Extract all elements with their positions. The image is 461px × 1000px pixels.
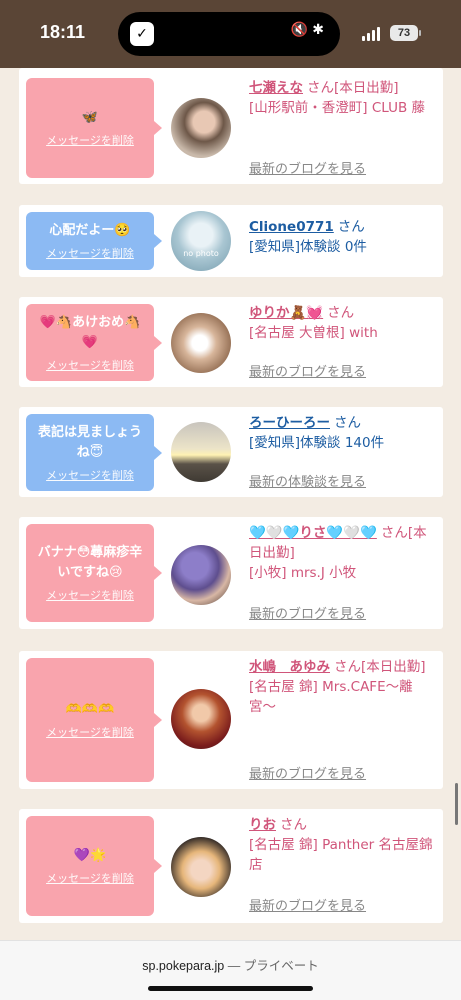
url-text[interactable]: sp.pokepara.jp — プライベート <box>0 955 461 974</box>
avatar[interactable]: no photo <box>171 211 231 271</box>
profile-name-link[interactable]: 七瀬えな <box>249 80 303 96</box>
message-bubble: 表記は見ましょうね😇 メッセージを削除 <box>26 414 162 491</box>
delete-message-link[interactable]: メッセージを削除 <box>46 245 134 261</box>
battery-icon: 73 <box>390 25 418 41</box>
delete-message-link[interactable]: メッセージを削除 <box>46 132 134 148</box>
honorific: さん <box>334 415 361 431</box>
list-item[interactable]: 表記は見ましょうね😇 メッセージを削除 ろーひーろー さん [愛知県]体験談 14… <box>19 407 443 497</box>
delete-message-link[interactable]: メッセージを削除 <box>46 467 134 483</box>
message-text: 💗🐴あけおめ🐴💗 <box>39 314 141 350</box>
avatar[interactable] <box>171 98 231 158</box>
list-item[interactable]: 🫶🫶🫶 メッセージを削除 水嶋 あゆみ さん[本日出勤] [名古屋 錦] Mrs.… <box>19 651 443 789</box>
list-item[interactable]: 💜🌟 メッセージを削除 りお さん [名古屋 錦] Panther 名古屋錦店 最… <box>19 809 443 923</box>
message-text: 🦋 <box>81 110 99 125</box>
profile-info: りお さん [名古屋 錦] Panther 名古屋錦店 <box>249 815 437 875</box>
message-text: 🫶🫶🫶 <box>65 702 115 717</box>
shop-info: [名古屋 錦] Mrs.CAFE〜離宮〜 <box>249 679 413 715</box>
message-text: バナナ😳蕁麻疹辛いですね😢 <box>37 545 143 580</box>
battery-tip <box>419 30 421 36</box>
status-tag: [本日出勤] <box>334 80 399 96</box>
profile-info: ろーひーろー さん [愛知県]体験談 140件 <box>249 413 437 453</box>
message-bubble: 🦋 メッセージを削除 <box>26 78 162 178</box>
status-bar: 18:11 ✓ 🔇✱ 73 <box>0 0 461 68</box>
profile-info: 七瀬えな さん[本日出勤] [山形駅前・香澄町] CLUB 藤 <box>249 78 437 118</box>
status-tag: [本日出勤] <box>361 659 426 675</box>
list-item[interactable]: 💗🐴あけおめ🐴💗 メッセージを削除 ゆりか🧸💓 さん [名古屋 大曽根] with… <box>19 297 443 387</box>
avatar[interactable] <box>171 422 231 482</box>
shop-info: [山形駅前・香澄町] CLUB 藤 <box>249 100 426 116</box>
blog-link[interactable]: 最新のブログを見る <box>249 361 366 380</box>
message-bubble: バナナ😳蕁麻疹辛いですね😢 メッセージを削除 <box>26 524 162 622</box>
message-text: 心配だよー🥺 <box>49 223 131 238</box>
message-text: 表記は見ましょうね😇 <box>37 424 142 460</box>
honorific: さん <box>337 219 365 235</box>
profile-name-link[interactable]: 🩵🤍🩵りさ🩵🤍🩵 <box>249 525 377 541</box>
message-bubble: 💜🌟 メッセージを削除 <box>26 816 162 916</box>
blog-link[interactable]: 最新のブログを見る <box>249 603 366 622</box>
private-label: プライベート <box>243 959 319 973</box>
message-bubble: 💗🐴あけおめ🐴💗 メッセージを削除 <box>26 304 162 381</box>
blog-link[interactable]: 最新のブログを見る <box>249 763 366 782</box>
no-photo-label: no photo <box>183 249 219 258</box>
browser-url-bar[interactable]: sp.pokepara.jp — プライベート <box>0 940 461 1000</box>
profile-info: 水嶋 あゆみ さん[本日出勤] [名古屋 錦] Mrs.CAFE〜離宮〜 <box>249 657 437 717</box>
profile-name-link[interactable]: ろーひーろー <box>249 415 330 431</box>
delete-message-link[interactable]: メッセージを削除 <box>46 870 134 886</box>
message-text: 💜🌟 <box>73 848 107 863</box>
honorific: さん <box>327 305 355 321</box>
list-item[interactable]: 心配だよー🥺 メッセージを削除 no photo Clione0771 さん [愛… <box>19 205 443 277</box>
shop-info: [名古屋 錦] Panther 名古屋錦店 <box>249 837 433 873</box>
profile-name-link[interactable]: 水嶋 あゆみ <box>249 659 330 675</box>
shop-info: [名古屋 大曽根] with <box>249 325 378 341</box>
profile-name-link[interactable]: Clione0771 <box>249 219 334 235</box>
mute-bluetooth-icons: 🔇✱ <box>290 22 328 38</box>
avatar[interactable] <box>171 689 231 749</box>
avatar[interactable] <box>171 837 231 897</box>
status-time: 18:11 <box>40 22 86 42</box>
blog-link[interactable]: 最新のブログを見る <box>249 158 366 177</box>
review-info: [愛知県]体験談 0件 <box>249 239 367 255</box>
avatar[interactable] <box>171 313 231 373</box>
app-icon: ✓ <box>130 22 154 46</box>
profile-name-link[interactable]: りお <box>249 817 276 833</box>
url-separator: — <box>224 959 244 973</box>
avatar[interactable] <box>171 545 231 605</box>
blog-link[interactable]: 最新のブログを見る <box>249 895 366 914</box>
dynamic-island: ✓ 🔇✱ <box>118 12 340 56</box>
scrollbar-thumb[interactable] <box>455 783 458 825</box>
list-item[interactable]: バナナ😳蕁麻疹辛いですね😢 メッセージを削除 🩵🤍🩵りさ🩵🤍🩵 さん[本日出勤] … <box>19 517 443 629</box>
delete-message-link[interactable]: メッセージを削除 <box>46 357 134 373</box>
review-link[interactable]: 最新の体験談を見る <box>249 471 366 490</box>
profile-info: Clione0771 さん [愛知県]体験談 0件 <box>249 217 437 257</box>
signal-icon <box>362 27 382 41</box>
list-item[interactable]: 🦋 メッセージを削除 七瀬えな さん[本日出勤] [山形駅前・香澄町] CLUB … <box>19 68 443 184</box>
profile-name-link[interactable]: ゆりか🧸💓 <box>249 305 323 321</box>
honorific: さん <box>334 659 361 675</box>
honorific: さん <box>380 525 408 541</box>
honorific: さん <box>307 80 334 96</box>
profile-info: ゆりか🧸💓 さん [名古屋 大曽根] with <box>249 303 437 343</box>
message-list[interactable]: 🦋 メッセージを削除 七瀬えな さん[本日出勤] [山形駅前・香澄町] CLUB … <box>0 68 461 940</box>
honorific: さん <box>280 817 307 833</box>
message-bubble: 心配だよー🥺 メッセージを削除 <box>26 212 162 270</box>
review-info: [愛知県]体験談 140件 <box>249 435 385 451</box>
message-bubble: 🫶🫶🫶 メッセージを削除 <box>26 658 162 782</box>
delete-message-link[interactable]: メッセージを削除 <box>46 724 134 740</box>
delete-message-link[interactable]: メッセージを削除 <box>46 587 134 603</box>
shop-info: [小牧] mrs.J 小牧 <box>249 565 357 581</box>
home-indicator[interactable] <box>148 986 313 991</box>
profile-info: 🩵🤍🩵りさ🩵🤍🩵 さん[本日出勤] [小牧] mrs.J 小牧 <box>249 523 437 583</box>
url-domain: sp.pokepara.jp <box>142 959 225 973</box>
